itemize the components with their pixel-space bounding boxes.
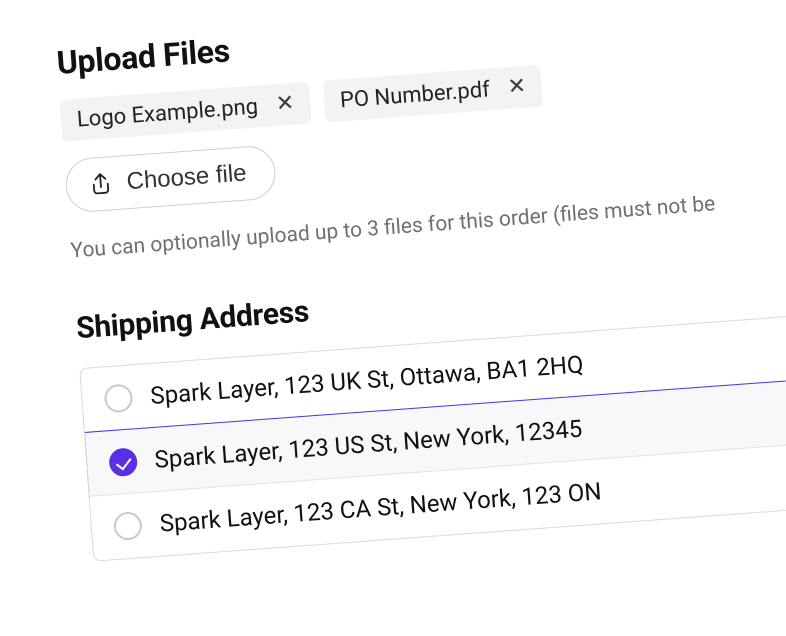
file-chip: PO Number.pdf ✕ [323, 65, 544, 123]
radio-icon [104, 383, 134, 413]
radio-checked-icon [108, 447, 138, 477]
radio-icon [113, 511, 143, 541]
choose-file-button[interactable]: Choose file [64, 144, 277, 213]
address-label: Spark Layer, 123 CA St, New York, 123 ON [159, 477, 603, 537]
upload-icon [88, 170, 114, 198]
remove-file-icon[interactable]: ✕ [503, 73, 531, 101]
file-chip-label: PO Number.pdf [339, 77, 490, 113]
file-chip: Logo Example.png ✕ [59, 82, 311, 142]
remove-file-icon[interactable]: ✕ [271, 90, 299, 118]
file-chip-label: Logo Example.png [76, 94, 259, 132]
choose-file-label: Choose file [126, 159, 248, 196]
